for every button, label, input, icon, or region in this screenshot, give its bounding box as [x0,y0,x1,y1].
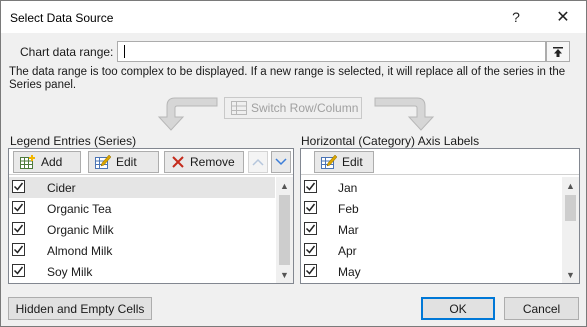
edit-series-label: Edit [116,155,137,169]
checkbox[interactable] [12,264,25,277]
list-item[interactable]: Organic Tea [9,198,275,219]
axis-scrollbar[interactable]: ▲ ▼ [562,177,579,283]
chart-data-range-label: Chart data range: [20,45,114,59]
checkbox[interactable] [12,222,25,235]
hidden-empty-cells-button[interactable]: Hidden and Empty Cells [8,297,152,320]
series-name: Soy Milk [47,264,93,279]
category-label: Apr [338,243,357,258]
category-label: May [338,264,361,279]
collapse-arrow-icon [553,46,563,57]
text-caret [124,45,125,58]
edit-grid-icon [321,155,337,169]
switch-row-column-button[interactable]: Switch Row/Column [224,97,362,119]
series-name: Almond Milk [47,243,113,258]
move-down-button[interactable] [271,151,291,173]
scroll-thumb[interactable] [565,195,576,221]
checkbox[interactable] [12,201,25,214]
move-up-button[interactable] [248,151,268,173]
category-label: Feb [338,201,359,216]
add-label: Add [41,155,63,169]
cancel-button[interactable]: Cancel [504,297,579,320]
list-item[interactable]: Apr [301,240,561,261]
select-data-source-dialog: Select Data Source ? ✕ Chart data range:… [0,0,587,327]
checkbox[interactable] [304,201,317,214]
axis-labels-panel: Edit Jan Feb Mar Apr May ▲ ▼ [300,148,580,284]
move-right-arrow-icon [374,97,435,131]
dialog-title: Select Data Source [10,11,114,25]
collapse-dialog-button[interactable] [546,41,570,62]
series-name: Cider [47,180,76,195]
list-item[interactable]: Jan [301,177,561,198]
edit-grid-icon [95,155,111,169]
scroll-down-icon[interactable]: ▼ [562,266,579,283]
switch-row-column-label: Switch Row/Column [251,101,359,115]
check-icon [13,245,24,254]
edit-axis-button[interactable]: Edit [314,151,374,173]
remove-x-icon [172,156,184,168]
check-icon [13,203,24,212]
checkbox[interactable] [304,222,317,235]
check-icon [305,203,316,212]
checkbox[interactable] [304,180,317,193]
axis-toolbar: Edit [301,149,579,175]
remove-series-button[interactable]: Remove [164,151,244,173]
edit-series-button[interactable]: Edit [88,151,159,173]
chevron-down-icon [275,158,287,166]
legend-toolbar: Add Edit Remove [9,149,293,175]
close-button[interactable]: ✕ [548,6,578,28]
list-item[interactable]: Soy Milk [9,261,275,282]
list-item[interactable]: Organic Milk [9,219,275,240]
hidden-empty-cells-label: Hidden and Empty Cells [15,301,145,316]
list-item[interactable]: Cider [9,177,275,198]
edit-axis-label: Edit [342,155,363,169]
list-item[interactable]: Feb [301,198,561,219]
legend-entries-label: Legend Entries (Series) [10,134,137,148]
checkbox[interactable] [12,180,25,193]
legend-entries-panel: Add Edit Remove Cider Organic Tea Organi… [8,148,294,284]
help-button[interactable]: ? [501,6,531,28]
checkbox[interactable] [12,243,25,256]
cancel-label: Cancel [522,301,561,316]
check-icon [13,182,24,191]
scroll-thumb[interactable] [279,195,290,265]
title-bar[interactable]: Select Data Source ? ✕ [1,1,586,33]
axis-labels-list: Jan Feb Mar Apr May [301,177,561,283]
series-name: Organic Tea [47,201,112,216]
legend-scrollbar[interactable]: ▲ ▼ [276,177,293,283]
check-icon [305,224,316,233]
chevron-up-icon [252,158,264,166]
legend-entries-list: Cider Organic Tea Organic Milk Almond Mi… [9,177,275,283]
check-icon [305,182,316,191]
add-series-button[interactable]: Add [13,151,81,173]
ok-button[interactable]: OK [421,297,495,320]
category-label: Mar [338,222,359,237]
range-message: The data range is too complex to be disp… [9,66,566,91]
list-item[interactable]: Almond Milk [9,240,275,261]
check-icon [305,266,316,275]
scroll-down-icon[interactable]: ▼ [276,266,293,283]
check-icon [13,224,24,233]
series-name: Organic Milk [47,222,114,237]
chart-data-range-input[interactable] [117,41,546,62]
list-item[interactable]: May [301,261,561,282]
scroll-up-icon[interactable]: ▲ [562,177,579,194]
move-left-arrow-icon [157,97,218,131]
checkbox[interactable] [304,243,317,256]
remove-label: Remove [190,155,235,169]
add-grid-icon [20,155,35,169]
check-icon [305,245,316,254]
list-item[interactable]: Mar [301,219,561,240]
check-icon [13,266,24,275]
ok-label: OK [449,301,467,316]
category-label: Jan [338,180,358,195]
scroll-up-icon[interactable]: ▲ [276,177,293,194]
axis-labels-label: Horizontal (Category) Axis Labels [301,134,480,148]
switch-icon [231,101,247,115]
checkbox[interactable] [304,264,317,277]
